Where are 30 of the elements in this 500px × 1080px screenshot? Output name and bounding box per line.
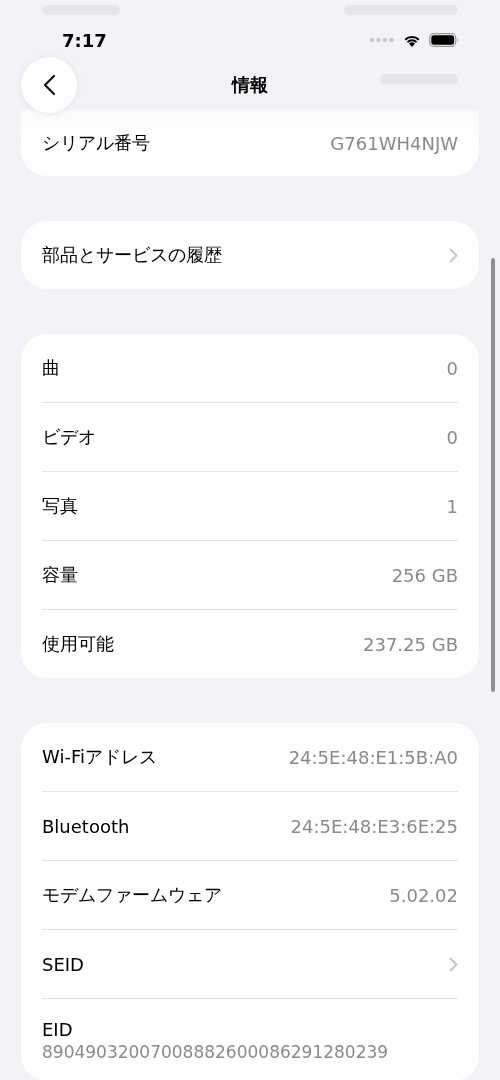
row-label: シリアル番号 — [42, 131, 150, 155]
chevron-right-icon[interactable] — [449, 956, 458, 972]
row-label: 使用可能 — [42, 632, 114, 656]
row-label: モデムファームウェア — [42, 883, 222, 907]
row-value: 237.25 GB — [363, 633, 458, 655]
row-label: 写真 — [42, 494, 78, 518]
back-button[interactable] — [21, 57, 77, 113]
row-label: 容量 — [42, 563, 78, 587]
row-label: Wi-Fiアドレス — [42, 745, 157, 769]
wifi-icon — [403, 33, 421, 47]
chevron-right-icon[interactable] — [449, 247, 458, 263]
signal-icon — [369, 37, 395, 43]
row-value: 0 — [446, 357, 458, 379]
row-value: 89049032007008882600086291280239 — [42, 1041, 389, 1062]
nav-title: 情報 — [232, 73, 268, 97]
row-label[interactable]: 部品とサービスの履歴 — [42, 243, 222, 267]
row-label: EID — [42, 1018, 73, 1040]
row-label[interactable]: SEID — [42, 953, 84, 975]
row-label: ビデオ — [42, 425, 96, 449]
row-label: 曲 — [42, 356, 60, 380]
row-value: G761WH4NJW — [330, 132, 458, 154]
row-value: 1 — [446, 495, 458, 517]
row-value: 24:5E:48:E3:6E:25 — [290, 815, 458, 837]
row-value: 0 — [446, 426, 458, 448]
row-value: 256 GB — [391, 564, 458, 586]
chevron-left-icon — [42, 74, 56, 96]
row-value: 24:5E:48:E1:5B:A0 — [288, 746, 458, 768]
row-label: Bluetooth — [42, 815, 130, 837]
row-value: 5.02.02 — [389, 884, 458, 906]
status-time: 7:17 — [62, 29, 107, 51]
